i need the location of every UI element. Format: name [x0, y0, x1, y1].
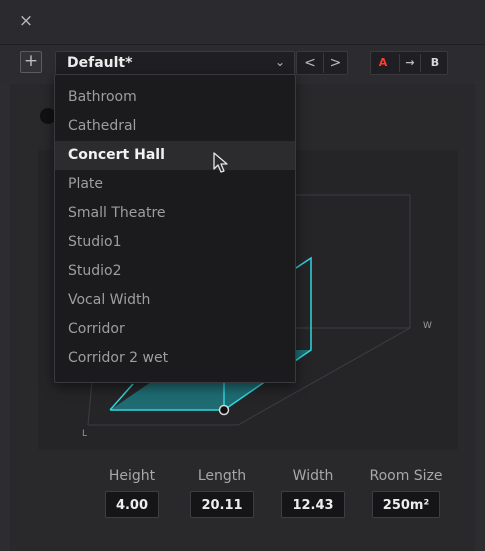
- menu-item-corridor[interactable]: Corridor: [55, 315, 295, 344]
- add-preset-button[interactable]: +: [20, 51, 42, 73]
- menu-item-plate[interactable]: Plate: [55, 170, 295, 199]
- height-label: Height: [108, 468, 156, 484]
- param-height: Height 4.00: [92, 468, 172, 518]
- compare-b-button[interactable]: B: [425, 54, 445, 72]
- menu-item-concert-hall[interactable]: Concert Hall: [55, 141, 295, 170]
- previous-preset-button[interactable]: <: [298, 53, 322, 73]
- width-label: Width: [292, 468, 334, 484]
- preset-dropdown-menu: Bathroom Cathedral Concert Hall Plate Sm…: [54, 74, 296, 383]
- menu-item-studio2[interactable]: Studio2: [55, 257, 295, 286]
- chevron-down-icon: ⌄: [274, 55, 285, 69]
- close-icon[interactable]: ×: [17, 12, 35, 30]
- width-field[interactable]: 12.43: [281, 491, 345, 518]
- param-room-size: Room Size 250m²: [366, 468, 446, 518]
- menu-item-vocal-width[interactable]: Vocal Width: [55, 286, 295, 315]
- length-field[interactable]: 20.11: [190, 491, 254, 518]
- compare-a-button[interactable]: A: [373, 54, 393, 72]
- mouse-cursor-icon: [213, 152, 228, 173]
- room-size-label: Room Size: [369, 468, 443, 484]
- room-corner-handle[interactable]: [218, 404, 230, 416]
- next-preset-button[interactable]: >: [323, 53, 347, 73]
- menu-item-studio1[interactable]: Studio1: [55, 228, 295, 257]
- room-size-field[interactable]: 250m²: [371, 491, 441, 518]
- preset-value: Default*: [67, 55, 133, 71]
- title-bar: ×: [0, 0, 485, 45]
- axis-label-w: W: [423, 321, 432, 331]
- menu-item-corridor-2-wet[interactable]: Corridor 2 wet: [55, 344, 295, 373]
- preset-select[interactable]: Default* ⌄: [55, 51, 295, 75]
- param-length: Length 20.11: [182, 468, 262, 518]
- length-label: Length: [197, 468, 247, 484]
- ab-compare-group: A → B: [370, 51, 448, 75]
- copy-a-to-b-button[interactable]: →: [399, 54, 421, 72]
- axis-label-l: L: [82, 429, 88, 439]
- param-width: Width 12.43: [273, 468, 353, 518]
- menu-item-cathedral[interactable]: Cathedral: [55, 112, 295, 141]
- menu-item-small-theatre[interactable]: Small Theatre: [55, 199, 295, 228]
- preset-nav: < >: [296, 51, 348, 75]
- menu-item-bathroom[interactable]: Bathroom: [55, 83, 295, 112]
- height-field[interactable]: 4.00: [104, 491, 160, 518]
- room-reverb-window: × + Default* ⌄ < > A → B W L Height 4.00…: [0, 0, 485, 551]
